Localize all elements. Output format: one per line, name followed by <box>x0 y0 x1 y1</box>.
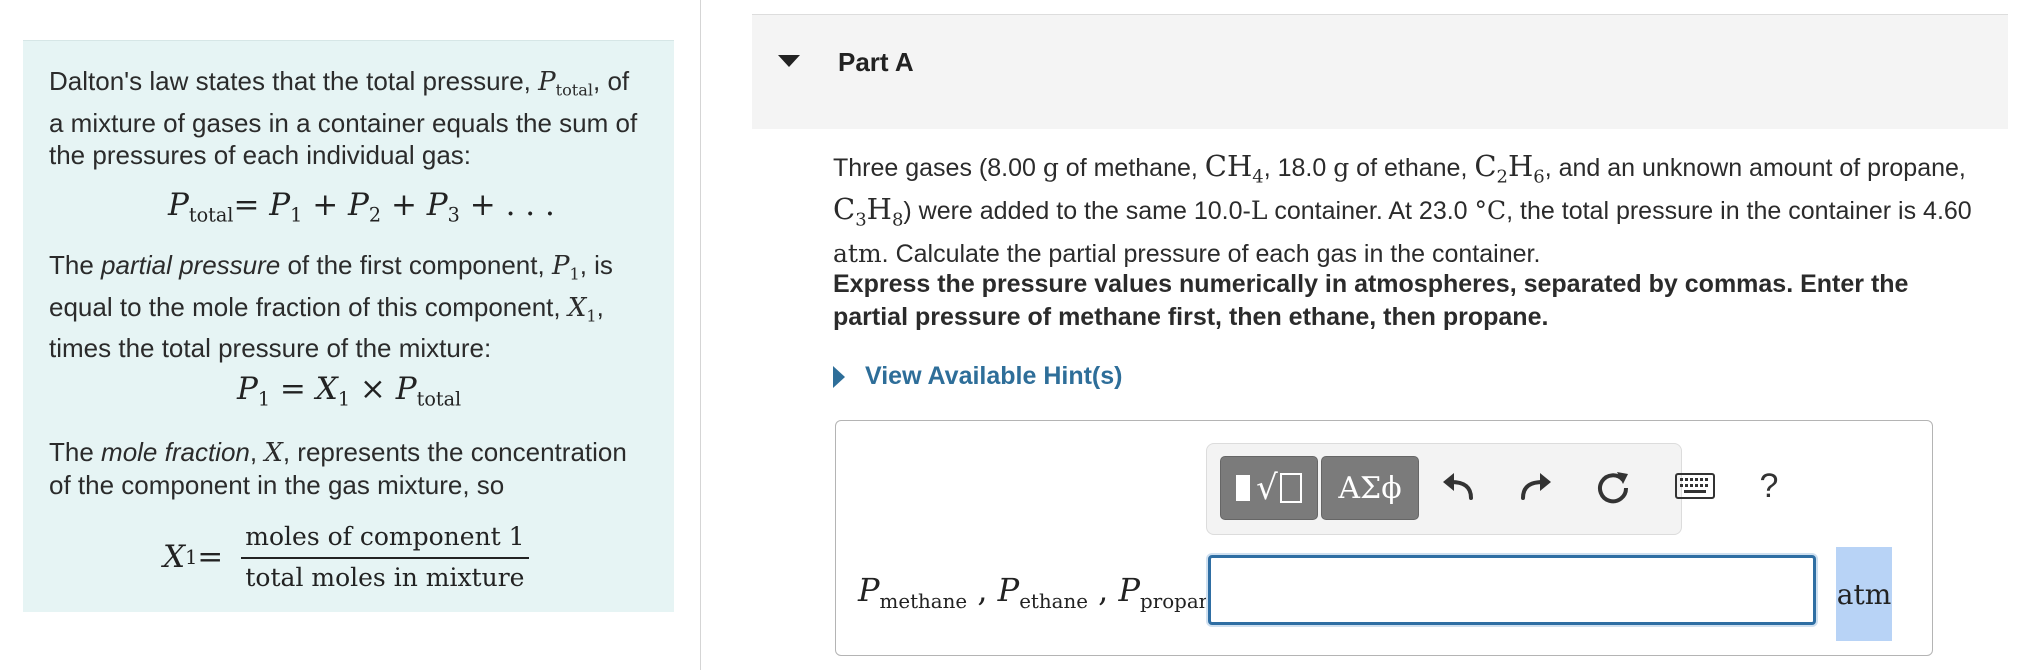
block-icon <box>1236 475 1251 501</box>
part-title: Part A <box>838 47 914 77</box>
redo-icon[interactable] <box>1513 464 1557 508</box>
dalton-law-text: Dalton's law states that the total press… <box>49 65 649 171</box>
box-icon <box>1279 473 1302 503</box>
fraction-denominator: total moles in mixture <box>245 563 525 592</box>
column-divider <box>700 0 701 670</box>
math-toolbar: √ ΑΣϕ ? <box>1206 443 1778 535</box>
view-hints-link[interactable]: View Available Hint(s) <box>833 362 1122 391</box>
fraction-numerator: moles of component 1 <box>241 522 529 559</box>
answer-label: Pmethane , Pethane , Ppropane <box>858 571 1224 613</box>
partial-pressure-text: The partial pressure of the first compon… <box>49 250 613 364</box>
instruction-text: Express the pressure values numerically … <box>833 270 1909 331</box>
help-button[interactable]: ? <box>1747 464 1791 508</box>
mole-fraction-equation: X1 = moles of component 1 total moles in… <box>163 522 529 592</box>
mole-fraction-text: The mole fraction, X, represents the con… <box>49 437 627 500</box>
partial-pressure-equation: P1 = X1 × Ptotal <box>237 371 462 411</box>
answer-input[interactable] <box>1208 555 1816 625</box>
fraction: moles of component 1 total moles in mixt… <box>241 522 529 592</box>
unit-label: atm <box>1836 547 1892 641</box>
keyboard-icon[interactable] <box>1673 464 1717 508</box>
text: Dalton's law states that the total press… <box>49 66 539 96</box>
collapse-caret-icon[interactable] <box>778 55 800 67</box>
reset-icon[interactable] <box>1591 464 1635 508</box>
p-total-symbol: Ptotal <box>538 67 594 100</box>
radical-icon: √ <box>1256 468 1278 508</box>
dalton-equation: Ptotal= P1 + P2 + P3 + . . . <box>168 187 555 227</box>
question-text: Three gases (8.00 g of methane, CH4, 18.… <box>833 149 1972 268</box>
templates-button[interactable]: √ <box>1220 456 1318 520</box>
view-hints-label[interactable]: View Available Hint(s) <box>865 362 1122 391</box>
info-panel: Dalton's law states that the total press… <box>23 40 674 612</box>
symbols-button[interactable]: ΑΣϕ <box>1321 456 1419 520</box>
answer-area: √ ΑΣϕ ? Pmethane , Pethane , Ppropane at… <box>835 420 1933 656</box>
undo-icon[interactable] <box>1437 464 1481 508</box>
expand-caret-icon[interactable] <box>833 365 845 388</box>
part-header[interactable]: Part A <box>752 14 2008 129</box>
